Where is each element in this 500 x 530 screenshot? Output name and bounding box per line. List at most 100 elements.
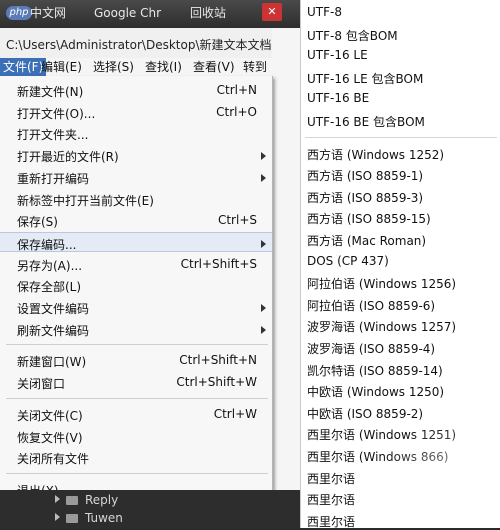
encoding-option[interactable]: 中欧语 (Windows 1250) [301, 380, 500, 400]
file-menu-item[interactable]: 重新打开编码 [0, 167, 272, 187]
encoding-option[interactable]: 西方语 (ISO 8859-1) [301, 164, 500, 184]
menu-item-label: 新建文件(N) [17, 85, 84, 99]
menu-separator [305, 136, 497, 138]
encoding-option[interactable]: 阿拉伯语 (ISO 8859-6) [301, 294, 500, 314]
menu-item-shortcut: Ctrl+Shift+S [180, 256, 257, 271]
encoding-option[interactable]: UTF-16 LE [301, 45, 500, 65]
encoding-label: 西方语 (ISO 8859-3) [307, 190, 424, 205]
encoding-label: 凯尔特语 (ISO 8859-14) [307, 363, 443, 378]
encoding-option[interactable]: 西方语 (ISO 8859-15) [301, 207, 500, 227]
chevron-right-icon [261, 152, 266, 161]
chevron-right-icon [55, 513, 60, 521]
encoding-label: 西方语 (ISO 8859-1) [307, 169, 424, 184]
close-icon[interactable]: ✕ [262, 3, 282, 21]
menu-item-label: 保存编码... [17, 237, 77, 252]
file-menu-item[interactable]: 关闭所有文件 [0, 447, 272, 467]
encoding-option[interactable]: UTF-8 [301, 2, 500, 22]
encoding-option[interactable]: UTF-8 包含BOM [301, 24, 500, 44]
menu-1[interactable]: 编辑(E) [38, 58, 85, 76]
encoding-label: 阿拉伯语 (Windows 1256) [307, 277, 457, 292]
file-menu-item[interactable]: 设置文件编码 [0, 297, 272, 317]
file-menu-item[interactable]: 恢复文件(V) [0, 426, 272, 446]
encoding-label: UTF-8 包含BOM [307, 28, 398, 43]
file-menu-item[interactable]: 关闭文件(C) Ctrl+W [0, 404, 272, 424]
chevron-right-icon [55, 495, 60, 503]
menu-item-label: 打开最近的文件(R) [17, 150, 119, 165]
encoding-option[interactable]: 西方语 (ISO 8859-3) [301, 186, 500, 206]
explorer-folder-item[interactable]: Tuwen [55, 511, 123, 529]
file-menu-item[interactable]: 新建窗口(W) Ctrl+Shift+N [0, 350, 272, 370]
menu-item-shortcut: Ctrl+S [217, 213, 257, 228]
menu-item-label: 关闭窗口 [17, 377, 66, 392]
menu-item-label: 保存全部(L) [17, 280, 82, 295]
file-menu-item[interactable]: 关闭窗口 Ctrl+Shift+W [0, 372, 272, 392]
menu-4[interactable]: 查看(V) [190, 58, 238, 76]
encoding-option[interactable]: UTF-16 BE [301, 88, 500, 108]
menu-separator [6, 397, 268, 399]
file-menu-item[interactable]: 打开文件(O)... Ctrl+O [0, 102, 272, 122]
file-menu-item[interactable]: 保存(S) Ctrl+S [0, 210, 272, 230]
encoding-label: UTF-16 LE [307, 48, 368, 63]
file-menu: 新建文件(N) Ctrl+N 打开文件(O)... Ctrl+O 打开文件夹... 打开最… [0, 76, 273, 498]
menu-item-label: 设置文件编码 [17, 302, 90, 316]
menu-item-label: 打开文件(O)... [17, 106, 96, 121]
encoding-option[interactable]: 波罗海语 (ISO 8859-4) [301, 337, 500, 357]
encoding-option[interactable]: DOS (CP 437) [301, 251, 500, 271]
encoding-label: 波罗海语 (Windows 1257) [307, 320, 457, 335]
menu-item-label: 新标签中打开当前文件(E) [17, 193, 154, 208]
menu-item-label: 关闭所有文件 [17, 452, 90, 467]
taskbar: php 中文网 Google Chr 回收站 ✕ [0, 0, 300, 28]
file-explorer: Reply Tuwen [0, 490, 300, 528]
taskbar-item-recycle-bin[interactable]: 回收站 [190, 5, 226, 21]
encoding-label: UTF-16 BE 包含BOM [307, 115, 425, 129]
menu-item-shortcut: Ctrl+Shift+N [179, 353, 257, 368]
menu-3[interactable]: 查找(I) [142, 58, 185, 76]
chevron-right-icon [261, 173, 266, 182]
editor-background [272, 28, 300, 528]
file-menu-item[interactable]: 打开最近的文件(R) [0, 145, 272, 165]
encoding-option[interactable]: 阿拉伯语 (Windows 1256) [301, 272, 500, 292]
encoding-label: 阿拉伯语 (ISO 8859-6) [307, 298, 436, 313]
menu-item-label: 关闭文件(C) [17, 408, 83, 423]
watermark [370, 418, 500, 528]
encoding-option[interactable]: UTF-16 BE 包含BOM [301, 110, 500, 130]
folder-name: Tuwen [85, 511, 123, 525]
file-menu-item[interactable]: 打开文件夹... [0, 123, 272, 143]
menu-2[interactable]: 选择(S) [90, 58, 137, 76]
encoding-option[interactable]: UTF-16 LE 包含BOM [301, 67, 500, 87]
menu-item-shortcut: Ctrl+N [216, 83, 257, 97]
file-menu-item[interactable]: 保存编码... [0, 231, 272, 252]
folder-icon [66, 496, 78, 505]
encoding-label: 中欧语 (Windows 1250) [307, 385, 445, 400]
file-menu-item[interactable]: 新建文件(N) Ctrl+N [0, 80, 272, 100]
menu-bar: 文件(F) 编辑(E) 选择(S) 查找(I) 查看(V) 转到 [0, 58, 300, 77]
file-menu-item[interactable]: 另存为(A)... Ctrl+Shift+S [0, 254, 272, 274]
menu-item-shortcut: Ctrl+Shift+W [176, 375, 257, 390]
encoding-label: DOS (CP 437) [307, 253, 389, 268]
menu-5[interactable]: 转到 [240, 58, 270, 76]
encoding-label: 西方语 (Windows 1252) [307, 147, 445, 162]
menu-item-shortcut: Ctrl+O [216, 104, 257, 119]
file-menu-item[interactable]: 新标签中打开当前文件(E) [0, 189, 272, 209]
menu-item-shortcut: Ctrl+W [213, 406, 257, 421]
file-menu-item[interactable]: 刷新文件编码 [0, 319, 272, 339]
encoding-option[interactable]: 西方语 (Mac Roman) [301, 229, 500, 249]
encoding-label: UTF-16 BE [307, 91, 370, 106]
menu-item-label: 恢复文件(V) [17, 430, 83, 445]
menu-item-label: 刷新文件编码 [17, 323, 90, 338]
taskbar-item-zhongwenwang[interactable]: 中文网 [30, 5, 66, 21]
chevron-right-icon [261, 239, 266, 248]
encoding-label: 波罗海语 (ISO 8859-4) [307, 342, 436, 356]
encoding-option[interactable]: 西方语 (Windows 1252) [301, 143, 500, 163]
encoding-label: 西方语 (ISO 8859-15) [307, 212, 431, 227]
encoding-label: UTF-16 LE 包含BOM [307, 71, 424, 86]
file-menu-item[interactable]: 保存全部(L) [0, 275, 272, 295]
taskbar-item-chrome[interactable]: Google Chr [94, 5, 161, 21]
encoding-option[interactable]: 波罗海语 (Windows 1257) [301, 315, 500, 335]
encoding-option[interactable]: 凯尔特语 (ISO 8859-14) [301, 359, 500, 379]
menu-item-label: 另存为(A)... [17, 258, 83, 273]
explorer-folder-item[interactable]: Reply [55, 493, 118, 511]
encoding-label: 西里尔语 [307, 493, 356, 508]
folder-icon [66, 514, 78, 523]
encoding-label: 西方语 (Mac Roman) [307, 234, 427, 248]
